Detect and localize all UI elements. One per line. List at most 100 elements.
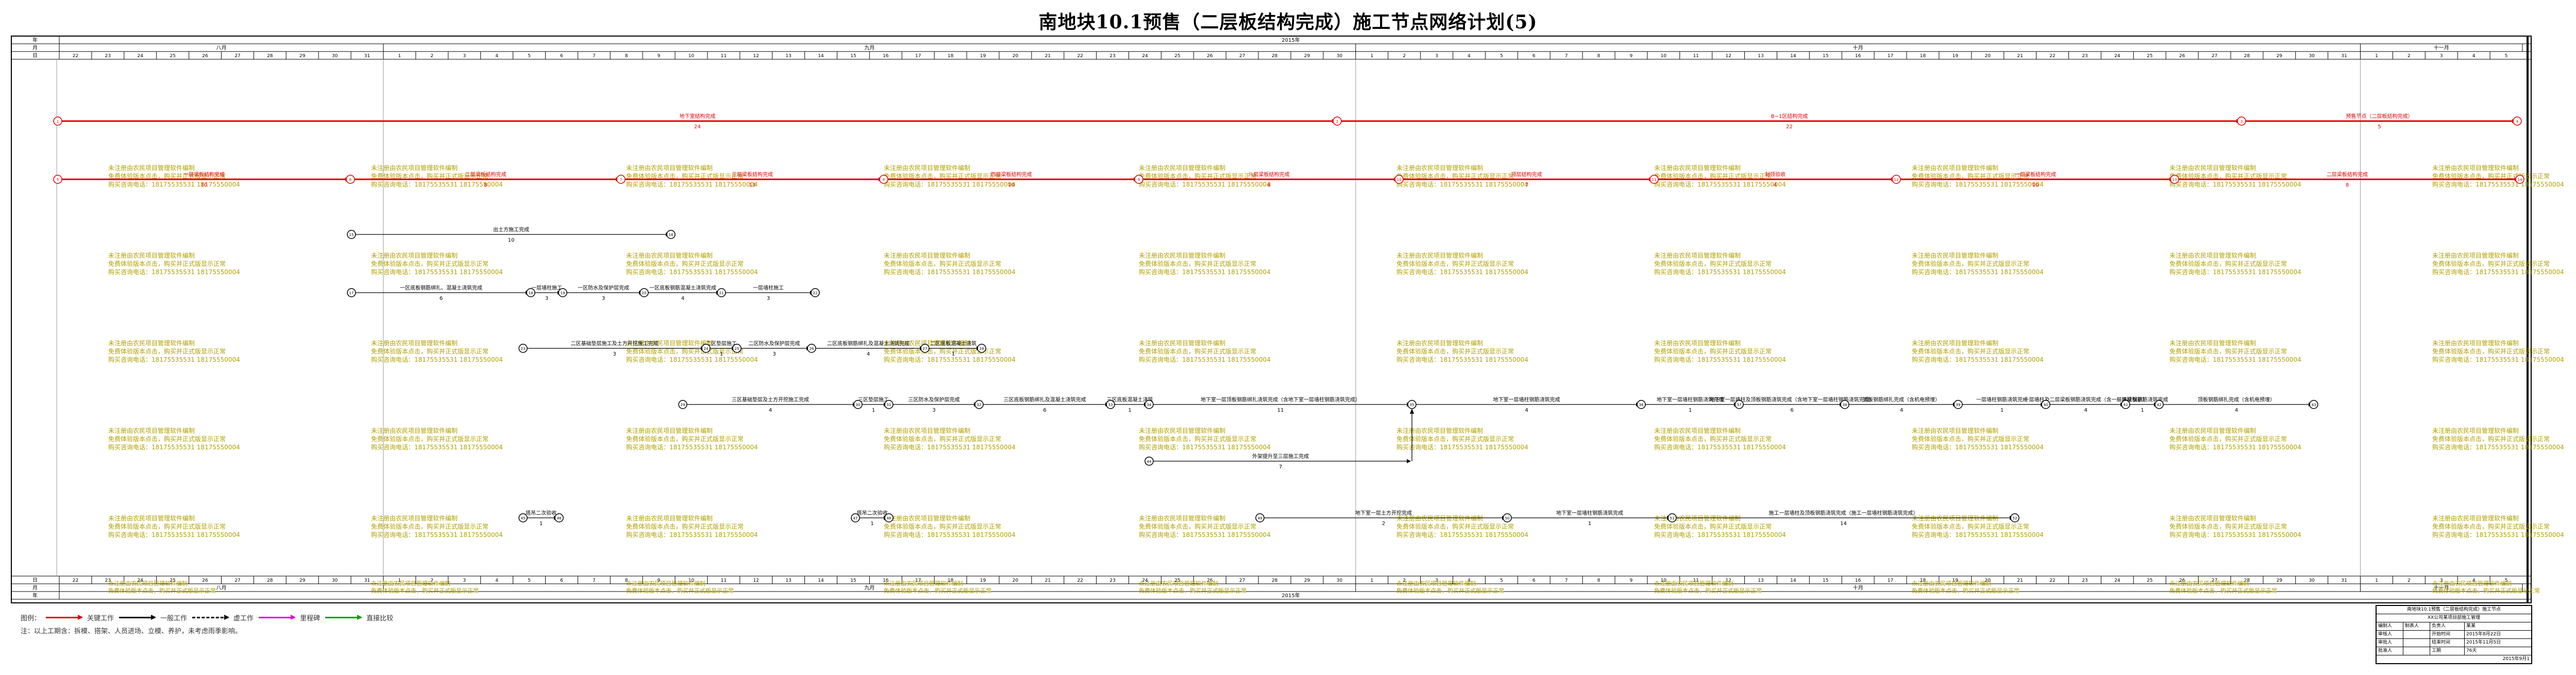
network-node: 34 xyxy=(1144,400,1154,409)
day-label: 21 xyxy=(2017,578,2023,583)
watermark-text: 未注册由农民项目管理软件编制 xyxy=(2169,251,2256,259)
tb-cell xyxy=(2403,631,2430,638)
activity-label: 顶板钢筋绑扎完成（含机电预埋） xyxy=(2198,396,2275,403)
node-number: 26 xyxy=(810,347,814,351)
node-number: 40 xyxy=(2044,403,2048,407)
activity-duration: 1 xyxy=(872,408,875,413)
watermark-text: 未注册由农民项目管理软件编制 xyxy=(626,427,713,434)
day-label: 31 xyxy=(364,54,370,59)
activity-label: 二区底板混凝土浇筑 xyxy=(930,340,976,347)
legend-dummy: 虚工作 xyxy=(233,614,254,622)
watermark-text: 免费体验版本点击，购买并正式版显示正常 xyxy=(1139,260,1256,267)
watermark-text: 未注册由农民项目管理软件编制 xyxy=(1912,427,1998,434)
node-number: 6 xyxy=(349,178,352,182)
activity-duration: 1 xyxy=(952,351,955,357)
node-number: 17 xyxy=(349,291,354,295)
watermark-text: 免费体验版本点击，购买并正式版显示正常 xyxy=(1654,260,1772,267)
watermark-text: 未注册由农民项目管理软件编制 xyxy=(1912,251,1998,259)
day-label: 7 xyxy=(1565,54,1568,59)
day-label: 21 xyxy=(1045,578,1051,583)
activity-label: 二区垫层施工 xyxy=(706,340,737,347)
network-node: 30 xyxy=(853,400,863,409)
day-label: 30 xyxy=(2309,578,2315,583)
day-label: 5 xyxy=(528,578,531,583)
watermark-text: 未注册由农民项目管理软件编制 xyxy=(2432,580,2512,587)
watermark-text: 未注册由农民项目管理软件编制 xyxy=(1139,339,1225,347)
node-number: 32 xyxy=(977,403,982,407)
day-label: 13 xyxy=(1758,54,1763,59)
critical-work-swatch xyxy=(46,614,83,620)
timeline-row-label: 月 xyxy=(32,585,38,591)
activity-label: 一层墙柱施工 xyxy=(531,284,562,291)
tb-cell: 编制人 xyxy=(2378,623,2393,629)
activity-label: 四层梁板结构完成 xyxy=(991,171,1032,178)
activity-duration: 4 xyxy=(1774,182,1777,188)
day-label: 10 xyxy=(1661,54,1667,59)
day-label: 13 xyxy=(785,578,791,583)
watermark-text: 购买咨询电话：18175535531 18175550004 xyxy=(2169,356,2301,363)
day-label: 27 xyxy=(234,54,240,59)
network-node: 48 xyxy=(884,513,894,522)
day-label: 29 xyxy=(1304,578,1310,583)
watermark-text: 购买咨询电话：18175535531 18175550004 xyxy=(1139,443,1271,451)
day-label: 2 xyxy=(430,54,433,59)
activity-label: 一层墙柱施工 xyxy=(753,284,784,291)
network-node: 6 xyxy=(346,175,355,184)
network-node: 21 xyxy=(717,288,726,297)
node-number: 1 xyxy=(57,120,59,124)
watermark-text: 未注册由农民项目管理软件编制 xyxy=(884,514,970,522)
legend: 图例： 关键工作 一般工作 虚工作 里程碑 直接比较 注：以上工期含：拆模、搭架… xyxy=(21,611,393,635)
watermark-text: 购买咨询电话：18175535531 18175550004 xyxy=(884,443,1016,451)
day-label: 29 xyxy=(299,54,306,59)
day-label: 31 xyxy=(364,578,370,583)
watermark-text: 购买咨询电话：18175535531 18175550004 xyxy=(1912,443,2044,451)
day-label: 4 xyxy=(2472,54,2476,59)
day-label: 3 xyxy=(1435,54,1438,59)
activity-duration: 3 xyxy=(613,351,616,357)
network-node: 4 xyxy=(2513,116,2522,126)
day-label: 8 xyxy=(1597,54,1601,59)
network-node: 25 xyxy=(732,344,742,353)
network-node: 27 xyxy=(920,344,930,353)
watermark-text: 免费体验版本点击，购买并正式版显示正常 xyxy=(2169,260,2287,267)
node-number: 22 xyxy=(813,291,818,295)
network-node: 38 xyxy=(1840,400,1849,409)
watermark-text: 购买咨询电话：18175535531 18175550004 xyxy=(1654,443,1786,451)
network-node: 15 xyxy=(347,230,356,239)
activity-label: 地下室一层墙柱及顶板钢筋浇筑完成（含地下室一层墙柱钢筋浇筑完成） xyxy=(1710,396,1875,403)
day-label: 14 xyxy=(818,54,824,59)
activity-duration: 10 xyxy=(201,182,208,188)
network-node: 3 xyxy=(2237,116,2246,126)
watermark-text: 未注册由农民项目管理软件编制 xyxy=(371,514,458,522)
activity-duration: 4 xyxy=(2235,408,2238,413)
watermark-text: 未注册由农民项目管理软件编制 xyxy=(108,251,195,259)
activity-duration: 3 xyxy=(772,351,776,357)
activity-label: 顶板钢筋绑扎完成（含机电预埋） xyxy=(1863,396,1940,403)
watermark-text: 免费体验版本点击，购买并正式版显示正常 xyxy=(108,435,226,443)
network-node: 51 xyxy=(1668,513,1677,522)
watermark-text: 免费体验版本点击，购买并正式版显示正常 xyxy=(2169,587,2277,594)
day-label: 30 xyxy=(332,578,338,583)
watermark-text: 购买咨询电话：18175535531 18175550004 xyxy=(108,356,240,363)
watermark-text: 免费体验版本点击，购买并正式版显示正常 xyxy=(2169,522,2287,530)
watermark-text: 购买咨询电话：18175535531 18175550004 xyxy=(371,180,503,188)
node-number: 48 xyxy=(887,516,891,520)
watermark-text: 未注册由农民项目管理软件编制 xyxy=(371,251,458,259)
watermark-text: 购买咨询电话：18175535531 18175550004 xyxy=(1396,268,1528,276)
legend-critical: 关键工作 xyxy=(87,614,114,622)
activity-label: 二区基础垫层施工及土方开挖施工完成 xyxy=(571,340,659,347)
day-label: 19 xyxy=(1952,54,1959,59)
network-node: 46 xyxy=(554,513,564,522)
day-label: 30 xyxy=(1337,578,1343,583)
activity-label: 塔吊二次验收 xyxy=(526,510,557,516)
tb-cell xyxy=(2403,647,2430,655)
watermark-text: 购买咨询电话：18175535531 18175550004 xyxy=(1396,443,1528,451)
network-node: 17 xyxy=(347,288,356,297)
node-number: 51 xyxy=(1670,516,1675,520)
network-node: 50 xyxy=(1503,513,1512,522)
day-label: 12 xyxy=(1725,54,1731,59)
timeline-row-label: 年 xyxy=(32,592,38,599)
watermark-text: 免费体验版本点击，购买并正式版显示正常 xyxy=(1139,587,1247,594)
node-number: 24 xyxy=(704,347,709,351)
watermark-text: 购买咨询电话：18175535531 18175550004 xyxy=(884,356,1016,363)
